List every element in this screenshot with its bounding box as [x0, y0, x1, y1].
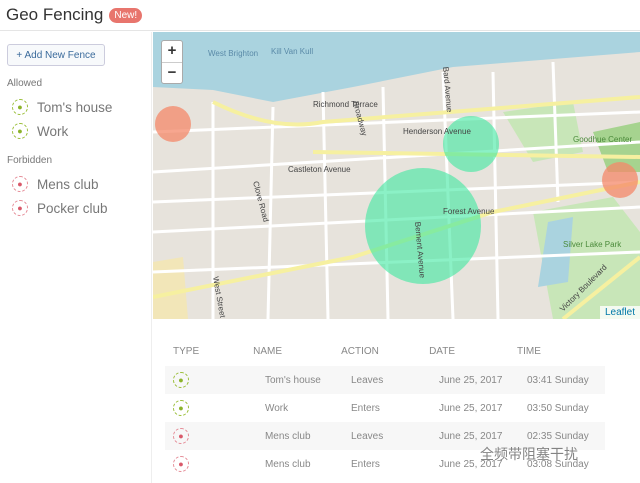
row-time: 03:50 Sunday — [527, 402, 589, 414]
table-header: TYPE NAME ACTION DATE TIME — [165, 340, 605, 362]
table-row: ● Work Enters June 25, 2017 03:50 Sunday — [165, 394, 605, 422]
street-label: Richmond Terrace — [313, 100, 378, 109]
map-pin-icon: ● — [173, 372, 189, 388]
forbidden-fence-circle — [155, 106, 191, 142]
water-label: Kill Van Kull — [271, 47, 313, 56]
row-date: June 25, 2017 — [439, 402, 503, 414]
row-action: Leaves — [351, 374, 384, 386]
map-pin-icon: ● — [12, 99, 28, 115]
place-label: Silver Lake Park — [563, 240, 622, 249]
allowed-fence-circle — [443, 116, 499, 172]
add-new-fence-button[interactable]: + Add New Fence — [7, 44, 105, 66]
leaflet-attribution-link[interactable]: Leaflet — [599, 306, 640, 319]
row-time: 03:41 Sunday — [527, 374, 589, 386]
row-name: Mens club — [264, 430, 311, 442]
watermark: 全频带阻塞干扰 — [480, 447, 578, 463]
row-date: June 25, 2017 — [439, 374, 503, 386]
fence-item-toms-house[interactable]: ● Tom's house — [0, 95, 151, 119]
row-date: June 25, 2017 — [439, 430, 503, 442]
map-tiles: Richmond Terrace Henderson Avenue Castle… — [153, 32, 640, 319]
row-name: Work — [264, 402, 289, 414]
zoom-control: + − — [161, 40, 183, 84]
street-label: Forest Avenue — [443, 207, 495, 216]
fence-name: Tom's house — [37, 99, 113, 115]
row-action: Enters — [351, 458, 380, 470]
col-name: NAME — [253, 345, 283, 357]
sidebar: + Add New Fence Allowed ● Tom's house ● Wo… — [0, 32, 152, 483]
street-label: Castleton Avenue — [288, 165, 351, 174]
map-pin-icon: ● — [173, 428, 189, 444]
new-badge: New! — [109, 7, 143, 23]
col-date: DATE — [429, 345, 456, 357]
header: Geo Fencing New! — [0, 0, 640, 31]
col-time: TIME — [517, 345, 541, 357]
fence-name: Pocker club — [37, 200, 108, 216]
row-time: 02:35 Sunday — [527, 430, 589, 442]
col-action: ACTION — [341, 345, 379, 357]
map-pin-icon: ● — [173, 400, 189, 416]
water-label-west-brighton: West Brighton — [208, 49, 258, 58]
map-pin-icon: ● — [12, 176, 28, 192]
row-name: Mens club — [264, 458, 311, 470]
row-action: Leaves — [351, 430, 384, 442]
forbidden-fence-circle — [602, 162, 638, 198]
fence-item-mens-club[interactable]: ● Mens club — [0, 172, 151, 196]
street-label: Henderson Avenue — [403, 127, 471, 136]
map-pin-icon: ● — [12, 123, 28, 139]
fence-name: Mens club — [37, 176, 99, 192]
map[interactable]: + − Richmond Terrace Henderson Avenue Ca… — [153, 32, 640, 319]
row-action: Enters — [351, 402, 380, 414]
map-pin-icon: ● — [12, 200, 28, 216]
map-pin-icon: ● — [173, 456, 189, 472]
forbidden-heading: Forbidden — [7, 155, 53, 166]
zoom-out-button[interactable]: − — [162, 62, 182, 83]
street-label: Clove Road — [251, 180, 271, 223]
allowed-heading: Allowed — [7, 78, 43, 89]
table-row: ● Tom's house Leaves June 25, 2017 03:41 Sun… — [165, 366, 605, 394]
place-label: Goodhue Center — [573, 135, 632, 144]
col-type: TYPE — [173, 345, 200, 357]
fence-name: Work — [37, 123, 69, 139]
page-title: Geo Fencing — [6, 5, 104, 24]
row-name: Tom's house — [264, 374, 321, 386]
fence-item-work[interactable]: ● Work — [0, 119, 151, 143]
zoom-in-button[interactable]: + — [162, 41, 182, 62]
fence-item-pocker-club[interactable]: ● Pocker club — [0, 196, 151, 220]
